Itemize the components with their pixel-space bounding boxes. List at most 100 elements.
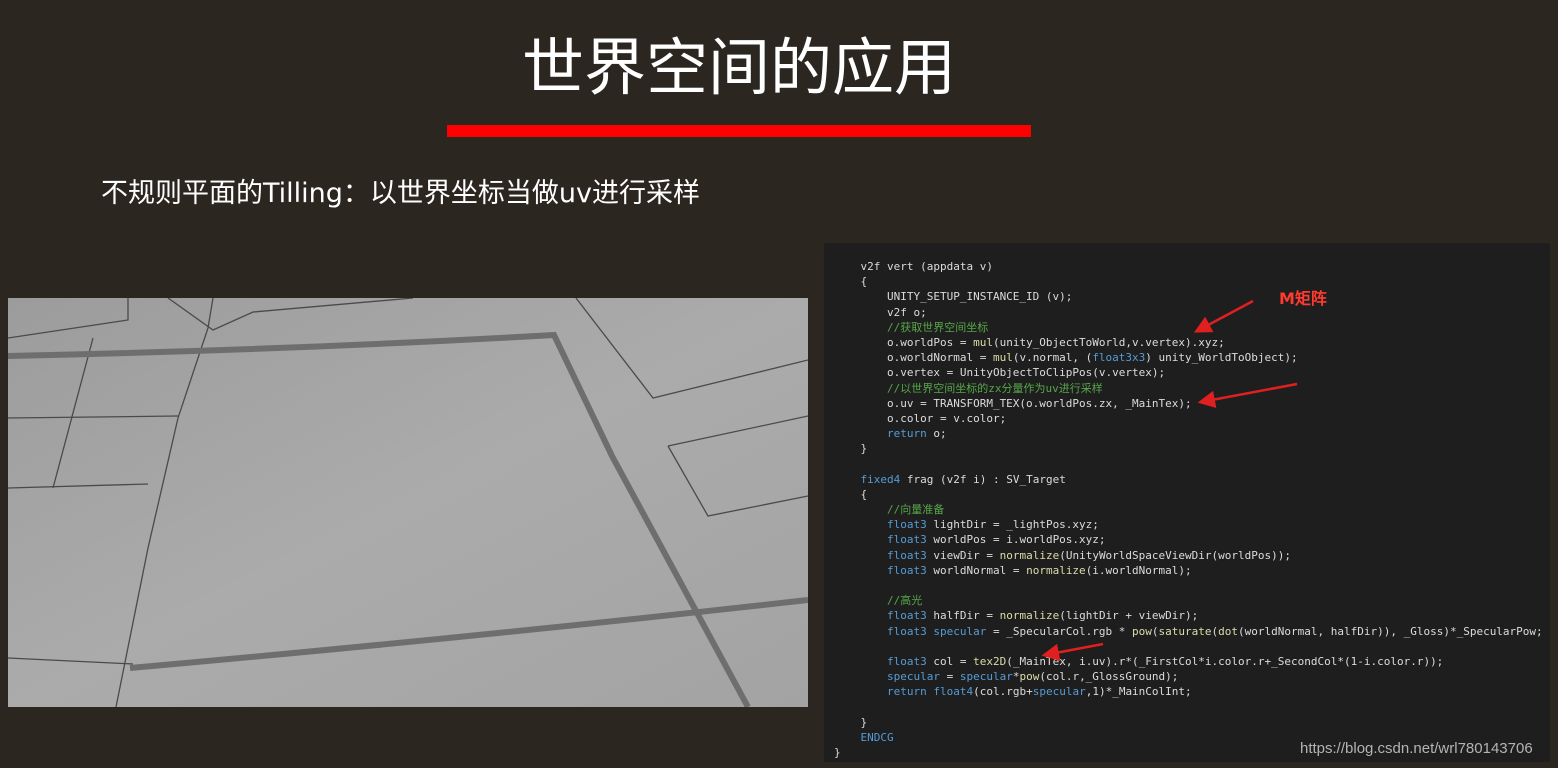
code-token: float3x3 bbox=[1092, 351, 1146, 365]
code-token: o.vertex = UnityObjectToClipPos(v.vertex… bbox=[834, 366, 1166, 380]
code-token: specular bbox=[1032, 685, 1086, 699]
slide-title: 世界空间的应用 bbox=[521, 31, 956, 104]
code-line: return o; bbox=[834, 426, 1543, 441]
code-token: //以世界空间坐标的zx分量作为uv进行采样 bbox=[834, 381, 1103, 395]
tiling-scene-drawing bbox=[8, 298, 808, 707]
code-token: float3 bbox=[886, 518, 927, 532]
code-line: specular = specular*pow(col.r,_GlossGrou… bbox=[834, 669, 1543, 684]
code-token: specular bbox=[886, 670, 940, 684]
code-line: //获取世界空间坐标 bbox=[834, 320, 1543, 335]
code-line: return float4(col.rgb+specular,1)*_MainC… bbox=[834, 684, 1543, 699]
code-line: float3 halfDir = normalize(lightDir + vi… bbox=[834, 608, 1543, 623]
code-token: } bbox=[834, 746, 841, 759]
code-line: //以世界空间坐标的zx分量作为uv进行采样 bbox=[834, 381, 1543, 396]
code-token: (unity_ObjectToWorld,v.vertex).xyz; bbox=[992, 335, 1225, 349]
title-underline bbox=[447, 125, 1031, 137]
code-token: return bbox=[886, 427, 927, 441]
code-token: ENDCG bbox=[860, 730, 894, 744]
code-line: o.vertex = UnityObjectToClipPos(v.vertex… bbox=[834, 365, 1543, 380]
code-token: (i.worldNormal); bbox=[1085, 563, 1192, 577]
code-token: } bbox=[834, 442, 868, 456]
code-line: float3 lightDir = _lightPos.xyz; bbox=[834, 517, 1543, 532]
code-line: o.color = v.color; bbox=[834, 411, 1543, 426]
code-line: o.worldPos = mul(unity_ObjectToWorld,v.v… bbox=[834, 335, 1543, 350]
code-token: (lightDir + viewDir); bbox=[1059, 609, 1199, 623]
code-token: specular bbox=[959, 670, 1013, 684]
code-token: worldPos = i.worldPos.xyz; bbox=[926, 533, 1106, 547]
code-token: o.color = v.color; bbox=[834, 411, 1007, 425]
code-token: float3 bbox=[886, 548, 927, 562]
code-line: float3 worldPos = i.worldPos.xyz; bbox=[834, 532, 1543, 547]
code-token: normalize bbox=[1026, 563, 1086, 577]
code-token: //获取世界空间坐标 bbox=[834, 320, 989, 334]
code-token: = bbox=[939, 670, 960, 684]
code-token: (UnityWorldSpaceViewDir(worldPos)); bbox=[1059, 548, 1291, 562]
code-token: (col.r,_GlossGround); bbox=[1039, 670, 1179, 684]
code-token: tex2D bbox=[973, 654, 1007, 668]
code-token: ( bbox=[1151, 624, 1159, 638]
code-line: v2f vert (appdata v) bbox=[834, 259, 1543, 274]
code-token: (worldNormal, halfDir)), _Gloss)*_Specul… bbox=[1238, 624, 1543, 638]
code-token: normalize bbox=[999, 548, 1060, 562]
code-token: frag (v2f i) : SV_Target bbox=[900, 472, 1066, 486]
code-token: col = bbox=[926, 654, 974, 668]
code-line: float3 worldNormal = normalize(i.worldNo… bbox=[834, 563, 1543, 578]
code-token: float4 bbox=[933, 685, 974, 699]
code-token: lightDir = _lightPos.xyz; bbox=[926, 518, 1099, 532]
watermark: https://blog.csdn.net/wrl780143706 bbox=[1300, 740, 1533, 757]
code-token: float3 bbox=[886, 654, 927, 668]
code-line: ​ bbox=[834, 578, 1543, 593]
code-line: fixed4 frag (v2f i) : SV_Target bbox=[834, 472, 1543, 487]
code-token: o.uv = TRANSFORM_TEX(o.worldPos.zx, _Mai… bbox=[834, 396, 1192, 410]
code-token: halfDir = bbox=[926, 609, 1000, 623]
code-token: viewDir = bbox=[926, 548, 1000, 562]
slide-subtitle: 不规则平面的Tilling：以世界坐标当做uv进行采样 bbox=[101, 178, 701, 209]
code-token: mul bbox=[992, 351, 1013, 365]
code-line: ​ bbox=[834, 699, 1543, 714]
code-token: pow bbox=[1019, 670, 1040, 684]
code-token: UNITY_SETUP_INSTANCE_ID (v); bbox=[834, 290, 1073, 304]
code-line: v2f o; bbox=[834, 305, 1543, 320]
code-token: { bbox=[834, 275, 868, 289]
code-token: saturate bbox=[1158, 624, 1212, 638]
code-line: } bbox=[834, 715, 1543, 730]
code-token: mul bbox=[973, 335, 993, 349]
code-line: { bbox=[834, 487, 1543, 502]
code-token: //高光 bbox=[834, 594, 923, 608]
code-token: } bbox=[834, 715, 868, 729]
code-token: pow bbox=[1132, 624, 1152, 638]
tiling-scene-image bbox=[8, 298, 808, 707]
code-token: normalize bbox=[999, 609, 1060, 623]
code-line: ​ bbox=[834, 639, 1543, 654]
code-line: //高光 bbox=[834, 593, 1543, 608]
code-token: float3 bbox=[886, 624, 927, 638]
code-token: fixed4 bbox=[860, 472, 901, 486]
code-token: o; bbox=[926, 427, 947, 441]
annotation-label: M矩阵 bbox=[1279, 289, 1327, 308]
code-token: specular bbox=[933, 624, 987, 638]
code-line: } bbox=[834, 441, 1543, 456]
code-token: v2f vert (appdata v) bbox=[834, 260, 993, 273]
code-token: float3 bbox=[886, 563, 927, 577]
code-token: o.worldPos = bbox=[834, 335, 974, 349]
code-line: float3 col = tex2D(_MainTex, i.uv).r*(_F… bbox=[834, 654, 1543, 669]
code-line: o.worldNormal = mul(v.normal, (float3x3)… bbox=[834, 350, 1543, 365]
code-token: (_MainTex, i.uv).r*(_FirstCol*i.color.r+… bbox=[1006, 654, 1444, 668]
code-token: (v.normal, ( bbox=[1012, 351, 1093, 365]
code-token: //向量准备 bbox=[834, 503, 945, 516]
code-token: worldNormal = bbox=[926, 563, 1027, 577]
code-line: { bbox=[834, 274, 1543, 289]
code-token: ) unity_WorldToObject); bbox=[1145, 351, 1298, 365]
code-panel: v2f vert (appdata v) { UNITY_SETUP_INSTA… bbox=[824, 243, 1550, 762]
code-token: float3 bbox=[886, 609, 927, 623]
